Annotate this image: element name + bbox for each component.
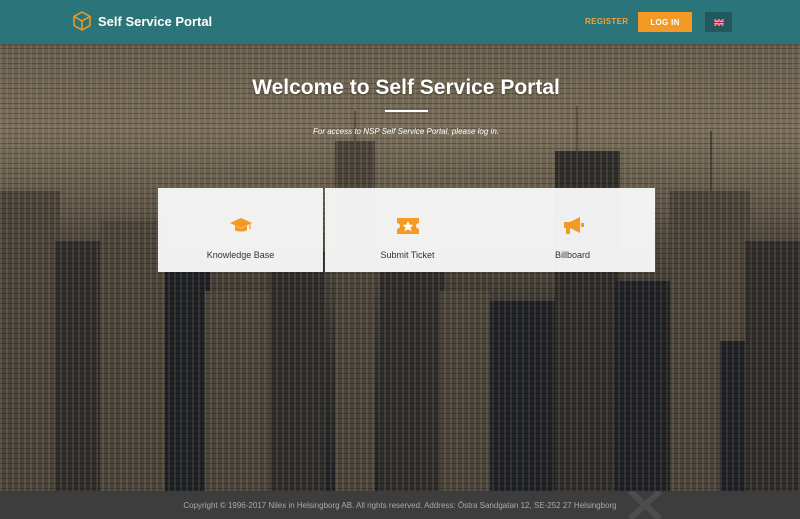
billboard-card[interactable]: Billboard	[490, 188, 655, 272]
ticket-icon	[396, 215, 419, 237]
language-selector[interactable]	[705, 12, 732, 32]
top-navbar: Self Service Portal REGISTER LOG IN	[0, 0, 800, 44]
register-link[interactable]: REGISTER	[585, 17, 628, 26]
page-title: Welcome to Self Service Portal	[252, 76, 560, 99]
login-button[interactable]: LOG IN	[638, 12, 692, 32]
card-label: Knowledge Base	[206, 250, 275, 260]
knowledge-base-card[interactable]: Knowledge Base	[158, 188, 323, 272]
cube-logo-icon	[73, 11, 91, 31]
megaphone-icon	[562, 215, 584, 237]
copyright-text: Copyright © 1996-2017 Nilex in Helsingbo…	[183, 500, 617, 510]
brand-title: Self Service Portal	[98, 13, 213, 29]
graduation-cap-icon	[229, 215, 252, 237]
submit-ticket-card[interactable]: Submit Ticket	[325, 188, 490, 272]
card-label: Submit Ticket	[380, 250, 435, 260]
footer: Copyright © 1996-2017 Nilex in Helsingbo…	[0, 491, 800, 519]
card-label: Billboard	[554, 250, 591, 260]
brand[interactable]: Self Service Portal	[72, 11, 212, 31]
title-divider	[385, 110, 428, 112]
footer-decoration-icon	[627, 491, 663, 519]
login-hint: For access to NSP Self Service Portal, p…	[312, 127, 499, 136]
uk-flag-icon	[713, 18, 724, 26]
